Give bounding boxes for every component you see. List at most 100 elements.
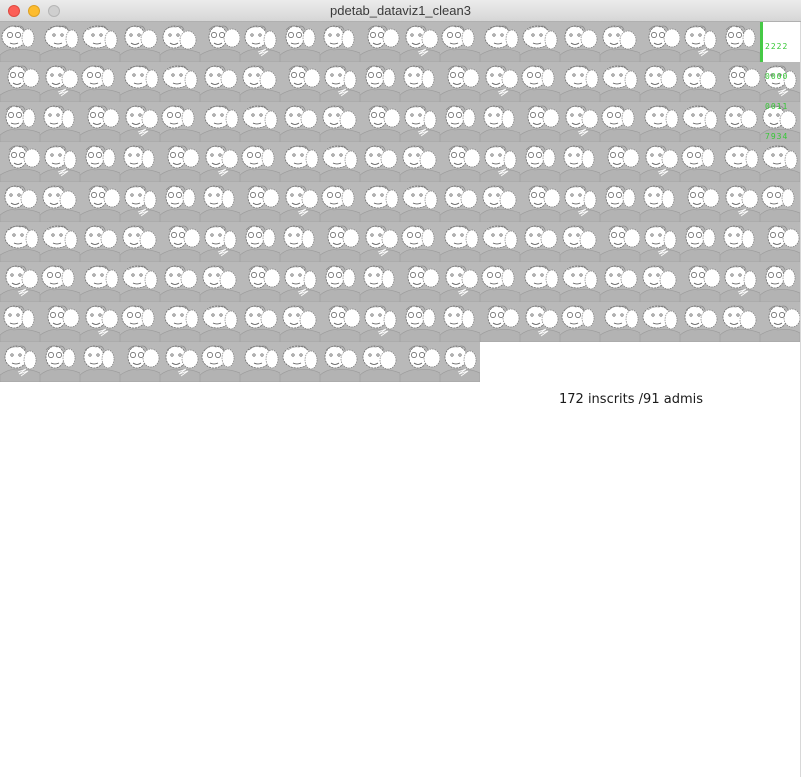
portrait-tile bbox=[240, 302, 280, 342]
portrait-tile bbox=[240, 262, 280, 302]
caricature-portrait-icon bbox=[720, 265, 760, 302]
portrait-tile bbox=[440, 262, 480, 302]
portrait-tile bbox=[280, 102, 320, 142]
portrait-tile bbox=[200, 182, 240, 222]
caricature-portrait-icon bbox=[720, 65, 760, 102]
portrait-tile bbox=[640, 22, 680, 62]
portrait-tile bbox=[200, 22, 240, 62]
caricature-portrait-icon bbox=[680, 305, 720, 342]
caricature-portrait-icon bbox=[80, 185, 120, 222]
caricature-portrait-icon bbox=[320, 225, 360, 262]
portrait-tile bbox=[720, 262, 760, 302]
caricature-portrait-icon bbox=[120, 145, 160, 182]
caricature-portrait-icon bbox=[320, 265, 360, 302]
caricature-portrait-icon bbox=[200, 145, 240, 182]
portrait-tile bbox=[400, 302, 440, 342]
portrait-tile bbox=[560, 222, 600, 262]
portrait-tile bbox=[720, 22, 760, 62]
caricature-portrait-icon bbox=[160, 145, 200, 182]
portrait-tile bbox=[760, 262, 800, 302]
caricature-portrait-icon bbox=[560, 105, 600, 142]
portrait-tile bbox=[320, 102, 360, 142]
portrait-tile bbox=[160, 222, 200, 262]
caricature-portrait-icon bbox=[640, 265, 680, 302]
portrait-tile bbox=[640, 142, 680, 182]
caricature-portrait-icon bbox=[160, 265, 200, 302]
portrait-tile bbox=[680, 142, 720, 182]
caricature-portrait-icon bbox=[240, 265, 280, 302]
portrait-tile bbox=[440, 142, 480, 182]
caricature-portrait-icon bbox=[640, 25, 680, 62]
caricature-portrait-icon bbox=[200, 225, 240, 262]
caricature-portrait-icon bbox=[720, 105, 760, 142]
portrait-tile bbox=[160, 302, 200, 342]
caricature-portrait-icon bbox=[360, 105, 400, 142]
portrait-tile bbox=[200, 302, 240, 342]
portrait-tile bbox=[680, 302, 720, 342]
caricature-portrait-icon bbox=[40, 345, 80, 382]
title-bar[interactable]: pdetab_dataviz1_clean3 bbox=[0, 0, 801, 22]
portrait-tile bbox=[320, 302, 360, 342]
caricature-portrait-icon bbox=[680, 265, 720, 302]
portrait-tile bbox=[0, 222, 40, 262]
caricature-portrait-icon bbox=[720, 225, 760, 262]
caricature-portrait-icon bbox=[360, 185, 400, 222]
caricature-portrait-icon bbox=[480, 25, 520, 62]
caricature-portrait-icon bbox=[560, 225, 600, 262]
portrait-tile bbox=[80, 102, 120, 142]
portrait-tile bbox=[440, 222, 480, 262]
portrait-tile bbox=[40, 222, 80, 262]
caricature-portrait-icon bbox=[480, 65, 520, 102]
portrait-tile bbox=[520, 182, 560, 222]
caricature-portrait-icon bbox=[400, 145, 440, 182]
caricature-portrait-icon bbox=[40, 265, 80, 302]
portrait-tile bbox=[560, 302, 600, 342]
portrait-tile bbox=[480, 22, 520, 62]
portrait-tile bbox=[120, 62, 160, 102]
caricature-portrait-icon bbox=[240, 305, 280, 342]
caricature-portrait-icon bbox=[520, 185, 560, 222]
portrait-tile bbox=[40, 262, 80, 302]
caricature-portrait-icon bbox=[400, 225, 440, 262]
portrait-tile bbox=[480, 262, 520, 302]
caricature-portrait-icon bbox=[160, 305, 200, 342]
portrait-tile bbox=[480, 62, 520, 102]
portrait-tile bbox=[240, 142, 280, 182]
portrait-tile bbox=[440, 342, 480, 382]
portrait-tile bbox=[360, 302, 400, 342]
caricature-portrait-icon bbox=[120, 25, 160, 62]
portrait-tile bbox=[360, 142, 400, 182]
portrait-tile bbox=[80, 342, 120, 382]
caricature-portrait-icon bbox=[440, 25, 480, 62]
caricature-portrait-icon bbox=[560, 305, 600, 342]
portrait-tile bbox=[360, 182, 400, 222]
portrait-tile bbox=[80, 302, 120, 342]
portrait-tile bbox=[200, 222, 240, 262]
portrait-tile bbox=[320, 182, 360, 222]
portrait-tile bbox=[520, 62, 560, 102]
portrait-tile bbox=[360, 102, 400, 142]
caricature-portrait-icon bbox=[560, 265, 600, 302]
caricature-portrait-icon bbox=[120, 225, 160, 262]
caricature-portrait-icon bbox=[600, 185, 640, 222]
portrait-tile bbox=[720, 222, 760, 262]
caricature-portrait-icon bbox=[280, 185, 320, 222]
portrait-tile bbox=[680, 22, 720, 62]
portrait-tile bbox=[40, 182, 80, 222]
portrait-tile bbox=[240, 22, 280, 62]
caricature-portrait-icon bbox=[600, 145, 640, 182]
caricature-portrait-icon bbox=[440, 185, 480, 222]
portrait-tile bbox=[480, 302, 520, 342]
caricature-portrait-icon bbox=[200, 345, 240, 382]
portrait-tile bbox=[0, 22, 40, 62]
caricature-portrait-icon bbox=[560, 25, 600, 62]
portrait-tile bbox=[520, 142, 560, 182]
caricature-portrait-icon bbox=[400, 265, 440, 302]
caricature-portrait-icon bbox=[760, 225, 800, 262]
caricature-portrait-icon bbox=[480, 305, 520, 342]
portrait-tile bbox=[560, 62, 600, 102]
portrait-tile bbox=[640, 222, 680, 262]
caricature-portrait-icon bbox=[320, 25, 360, 62]
portrait-tile bbox=[120, 182, 160, 222]
caricature-portrait-icon bbox=[0, 65, 40, 102]
